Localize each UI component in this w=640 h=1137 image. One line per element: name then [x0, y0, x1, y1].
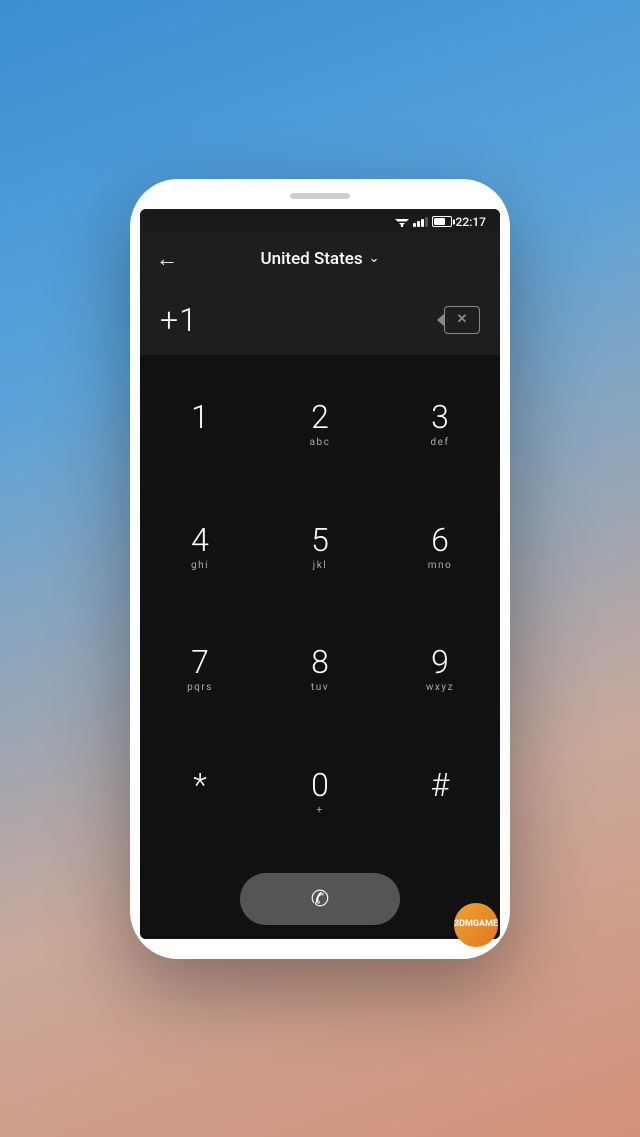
- backspace-icon: ✕: [457, 312, 468, 327]
- wifi-icon: [395, 216, 409, 227]
- backspace-button[interactable]: ✕: [444, 306, 480, 334]
- call-area: ✆: [140, 865, 500, 939]
- key-digit: 8: [311, 645, 329, 680]
- key-digit: 5: [311, 523, 329, 558]
- call-icon: ✆: [311, 886, 329, 912]
- dialpad: 12abc3def4ghi5jkl6mno7pqrs8tuv9wxyz*0+#: [140, 355, 500, 865]
- key-digit: 2: [311, 400, 329, 435]
- dialpad-key-star[interactable]: *: [140, 732, 260, 855]
- key-letters: jkl: [313, 560, 327, 574]
- key-digit: 1: [191, 400, 209, 435]
- status-icons: 22:17: [395, 215, 486, 229]
- phone-speaker: [290, 193, 350, 199]
- dialpad-key-3[interactable]: 3 def: [380, 365, 500, 488]
- key-letters: tuv: [311, 682, 329, 696]
- status-bar: 22:17: [140, 209, 500, 233]
- dialpad-key-4[interactable]: 4 ghi: [140, 487, 260, 610]
- key-digit: 4: [191, 523, 209, 558]
- dialpad-key-7[interactable]: 7 pqrs: [140, 610, 260, 733]
- dialpad-row: 7 pqrs 8 tuv 9 wxyz: [140, 610, 500, 733]
- key-digit: 7: [191, 645, 209, 680]
- dialpad-row: 4 ghi 5 jkl 6 mno: [140, 487, 500, 610]
- key-letters: abc: [310, 437, 331, 451]
- phone-frame: 22:17 ← United States ⌄ +1 ✕ 1 2 abc 3 def 4 g…: [130, 179, 510, 959]
- signal-icon: [413, 217, 428, 227]
- battery-icon: [432, 216, 452, 227]
- dialpad-key-5[interactable]: 5 jkl: [260, 487, 380, 610]
- key-digit: #: [431, 768, 450, 803]
- watermark: 3DMGAME: [454, 903, 498, 947]
- key-digit: 6: [431, 523, 449, 558]
- key-letters: +: [316, 805, 323, 819]
- call-button[interactable]: ✆: [240, 873, 400, 925]
- phone-screen: 22:17 ← United States ⌄ +1 ✕ 1 2 abc 3 def 4 g…: [140, 209, 500, 939]
- country-selector[interactable]: United States ⌄: [260, 249, 379, 269]
- dialpad-key-6[interactable]: 6 mno: [380, 487, 500, 610]
- back-button[interactable]: ←: [156, 246, 178, 272]
- chevron-down-icon: ⌄: [369, 251, 380, 266]
- key-letters: mno: [428, 560, 453, 574]
- key-letters: def: [431, 437, 450, 451]
- nav-bar: ← United States ⌄: [140, 233, 500, 285]
- key-digit: 3: [431, 400, 449, 435]
- key-digit: 0: [311, 768, 329, 803]
- dialpad-key-1[interactable]: 1: [140, 365, 260, 488]
- key-digit: *: [193, 768, 207, 803]
- key-letters: pqrs: [187, 682, 213, 696]
- key-letters: ghi: [191, 560, 209, 574]
- status-time: 22:17: [456, 215, 486, 229]
- dialpad-key-8[interactable]: 8 tuv: [260, 610, 380, 733]
- dialpad-key-9[interactable]: 9 wxyz: [380, 610, 500, 733]
- dialpad-row: *0+#: [140, 732, 500, 855]
- key-digit: 9: [431, 645, 449, 680]
- dialpad-key-hash[interactable]: #: [380, 732, 500, 855]
- dialpad-key-2[interactable]: 2 abc: [260, 365, 380, 488]
- country-name: United States: [260, 249, 362, 269]
- dialpad-row: 1 2 abc 3 def: [140, 365, 500, 488]
- phone-number: +1: [160, 301, 198, 339]
- number-display: +1 ✕: [140, 285, 500, 355]
- dialpad-key-0[interactable]: 0+: [260, 732, 380, 855]
- key-letters: wxyz: [426, 682, 454, 696]
